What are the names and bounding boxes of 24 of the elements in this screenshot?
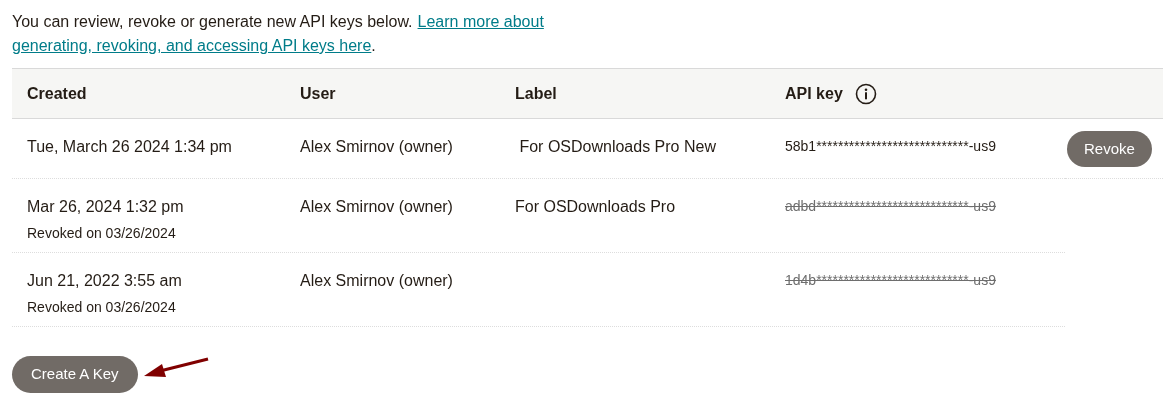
table-cell: For OSDownloads Pro bbox=[515, 198, 676, 215]
intro-text: You can review, revoke or generate new API keys below. bbox=[12, 12, 413, 32]
column-header: User bbox=[300, 83, 336, 104]
info-icon[interactable] bbox=[854, 82, 877, 105]
revoked-note: Revoked on 03/26/2024 bbox=[27, 224, 177, 243]
column-header: Label bbox=[515, 83, 557, 104]
table-cell-text: Jun 21, 2022 3:55 am bbox=[27, 271, 183, 291]
learn-more-link[interactable]: generating, revoking, and accessing API keys here bbox=[12, 34, 372, 58]
learn-more-link[interactable]: Learn more about bbox=[417, 10, 544, 34]
table-cell: Alex Smirnov (owner) bbox=[300, 138, 453, 155]
create-key-button[interactable]: Create A Key bbox=[12, 356, 138, 393]
api-key: adbd****************************-us9 bbox=[785, 198, 996, 214]
column-header: API key bbox=[785, 83, 843, 104]
api-key: 58b1****************************-us9 bbox=[785, 138, 996, 154]
revoked-note: Revoked on 03/26/2024 bbox=[27, 298, 177, 317]
api-key: 1d4b****************************-us9 bbox=[785, 272, 996, 288]
revoke-button[interactable]: Revoke bbox=[1067, 131, 1152, 167]
column-header: Created bbox=[27, 83, 87, 104]
table-cell: Alex Smirnov (owner) bbox=[300, 198, 453, 215]
table-cell-text: For OSDownloads Pro New bbox=[518, 138, 716, 155]
table-cell: Alex Smirnov (owner) bbox=[300, 272, 453, 289]
table-cell-text: Mar 26, 2024 1:32 pm bbox=[27, 197, 185, 217]
table-cell-text: Tue, March 26 2024 1:34 pm bbox=[27, 137, 233, 157]
period-text: . bbox=[371, 36, 376, 56]
